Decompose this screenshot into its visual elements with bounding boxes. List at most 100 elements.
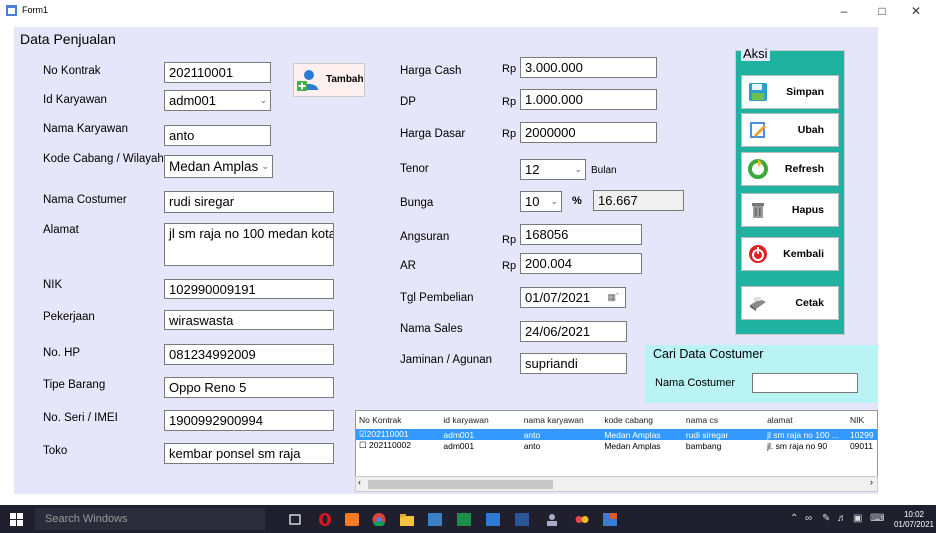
grid-cell[interactable]: jl. sm raja no 90	[764, 440, 847, 451]
checkbox-unchecked-icon[interactable]: ☐	[359, 440, 367, 450]
opera-icon[interactable]	[318, 513, 332, 526]
label-nama-sales: Nama Sales	[400, 323, 463, 335]
tambah-button[interactable]: Tambah	[293, 63, 365, 97]
scrollbar-thumb[interactable]	[368, 480, 553, 489]
close-button[interactable]: ✕	[902, 3, 930, 19]
tgl-pembelian-picker[interactable]: 01/07/2021 ▦ˇ	[520, 287, 626, 308]
simpan-button[interactable]: Simpan	[741, 75, 839, 109]
tenor-combo[interactable]: 12 ⌄	[520, 159, 586, 180]
bunga-combo[interactable]: 10 ⌄	[520, 191, 562, 212]
col-header[interactable]: kode cabang	[601, 411, 683, 429]
tenor-value: 12	[525, 162, 540, 177]
harga-dasar-field[interactable]: 2000000	[520, 122, 657, 143]
grid-cell[interactable]: 09011	[847, 440, 877, 451]
cari-panel: Cari Data Costumer Nama Costumer	[645, 345, 878, 403]
tray-chevron-icon[interactable]: ⌃	[790, 513, 798, 524]
currency-label: Rp	[502, 63, 517, 75]
taskbar-clock[interactable]: 10:02 01/07/2021	[894, 510, 934, 530]
checkbox-checked-icon[interactable]: ☑	[359, 429, 367, 439]
nama-costumer-field[interactable]: rudi siregar	[164, 191, 334, 213]
task-view-icon[interactable]	[288, 513, 302, 526]
pekerjaan-field[interactable]: wiraswasta	[164, 310, 334, 330]
grid-cell[interactable]: adm001	[440, 440, 520, 451]
harga-cash-field[interactable]: 3.000.000	[520, 57, 657, 78]
maximize-button[interactable]: □	[868, 3, 896, 19]
word-icon[interactable]	[515, 513, 529, 526]
label-nama-costumer: Nama Costumer	[43, 194, 127, 206]
ar-field[interactable]: 200.004	[520, 253, 642, 274]
col-header[interactable]: No Kontrak	[356, 411, 440, 429]
scroll-right-icon[interactable]: ›	[870, 477, 873, 487]
scroll-left-icon[interactable]: ‹	[358, 477, 361, 487]
cetak-button[interactable]: Cetak	[741, 286, 839, 320]
grid-cell[interactable]: anto	[520, 429, 602, 440]
grid-cell[interactable]: bambang	[683, 440, 764, 451]
visual-studio-icon[interactable]	[428, 513, 442, 526]
chevron-down-icon[interactable]: ⌄	[259, 91, 267, 110]
grid-cell[interactable]: Medan Amplas	[601, 429, 683, 440]
dp-field[interactable]: 1.000.000	[520, 89, 657, 110]
kembali-button[interactable]: Kembali	[741, 237, 839, 271]
chevron-down-icon[interactable]: ⌄	[574, 160, 582, 179]
calendar-icon[interactable]: ▦ˇ	[607, 288, 619, 307]
excel-icon[interactable]	[457, 513, 471, 526]
nama-karyawan-field[interactable]: anto	[164, 125, 271, 146]
nama-sales-field[interactable]: 24/06/2021	[520, 321, 627, 342]
grid-cell[interactable]: adm001	[440, 429, 521, 440]
col-header[interactable]: NIK	[847, 411, 877, 429]
toko-field[interactable]: kembar ponsel sm raja	[164, 443, 334, 464]
grid-cell[interactable]: 10299	[846, 429, 877, 440]
no-kontrak-field[interactable]: 202110001	[164, 62, 271, 83]
table-row[interactable]	[356, 451, 877, 462]
refresh-button[interactable]: Refresh	[741, 152, 839, 186]
chrome-icon[interactable]	[372, 513, 386, 526]
people-icon[interactable]	[545, 513, 559, 526]
game-icon[interactable]	[575, 513, 589, 526]
keyboard-icon[interactable]: ⌨	[870, 513, 884, 524]
chevron-down-icon[interactable]: ⌄	[550, 192, 558, 211]
col-header[interactable]: nama cs	[683, 411, 764, 429]
label-pekerjaan: Pekerjaan	[43, 311, 95, 323]
label-nama-karyawan: Nama Karyawan	[43, 123, 129, 135]
file-explorer-icon[interactable]	[400, 513, 414, 526]
volume-icon[interactable]: ♬	[837, 513, 847, 524]
ubah-button[interactable]: Ubah	[741, 113, 839, 147]
cari-nama-input[interactable]	[752, 373, 858, 393]
notification-icon[interactable]: ▣	[853, 513, 862, 524]
powerpoint-icon[interactable]	[486, 513, 500, 526]
grid-cell[interactable]: rudi siregar	[682, 429, 765, 440]
grid-cell[interactable]: Medan Amplas	[601, 440, 683, 451]
app-form-icon[interactable]	[603, 513, 617, 526]
tipe-barang-field[interactable]: Oppo Reno 5	[164, 377, 334, 398]
taskbar-search-input[interactable]: Search Windows	[35, 508, 265, 530]
tambah-button-label: Tambah	[326, 74, 364, 85]
grid-cell[interactable]: jl sm raja no 100 ...	[764, 429, 847, 440]
hapus-button[interactable]: Hapus	[741, 193, 839, 227]
windows-start-icon[interactable]	[10, 513, 23, 526]
grid-cell[interactable]: anto	[521, 440, 602, 451]
chevron-down-icon[interactable]: ⌄	[261, 156, 269, 177]
jaminan-field[interactable]: supriandi	[520, 353, 627, 374]
grid-cell[interactable]: ☐ 202110002	[356, 440, 440, 451]
col-header[interactable]: id karyawan	[440, 411, 520, 429]
nik-field[interactable]: 102990009191	[164, 279, 334, 299]
minimize-button[interactable]: –	[830, 3, 858, 19]
col-header[interactable]: alamat	[764, 411, 847, 429]
col-header[interactable]: nama karyawan	[521, 411, 602, 429]
pen-icon[interactable]: ✎	[822, 513, 830, 524]
xampp-icon[interactable]	[345, 513, 359, 526]
refresh-icon	[748, 159, 768, 179]
label-dp: DP	[400, 96, 416, 108]
alamat-field[interactable]: jl sm raja no 100 medan kota	[164, 223, 334, 266]
id-karyawan-combo[interactable]: adm001 ⌄	[164, 90, 271, 111]
grid-cell[interactable]: ☑202110001	[356, 429, 441, 440]
table-row[interactable]: ☐ 202110002 adm001 anto Medan Amplas bam…	[356, 440, 877, 451]
no-seri-field[interactable]: 1900992900994	[164, 410, 334, 431]
table-row[interactable]: ☑202110001 adm001 anto Medan Amplas rudi…	[356, 429, 877, 440]
no-hp-field[interactable]: 081234992009	[164, 344, 334, 365]
angsuran-field[interactable]: 168056	[520, 224, 642, 245]
label-harga-dasar: Harga Dasar	[400, 128, 466, 140]
kode-cabang-combo[interactable]: Medan Amplas ⌄	[164, 155, 273, 178]
wifi-icon[interactable]: ∞	[805, 513, 812, 524]
horizontal-scrollbar[interactable]: ‹ ›	[355, 476, 878, 492]
